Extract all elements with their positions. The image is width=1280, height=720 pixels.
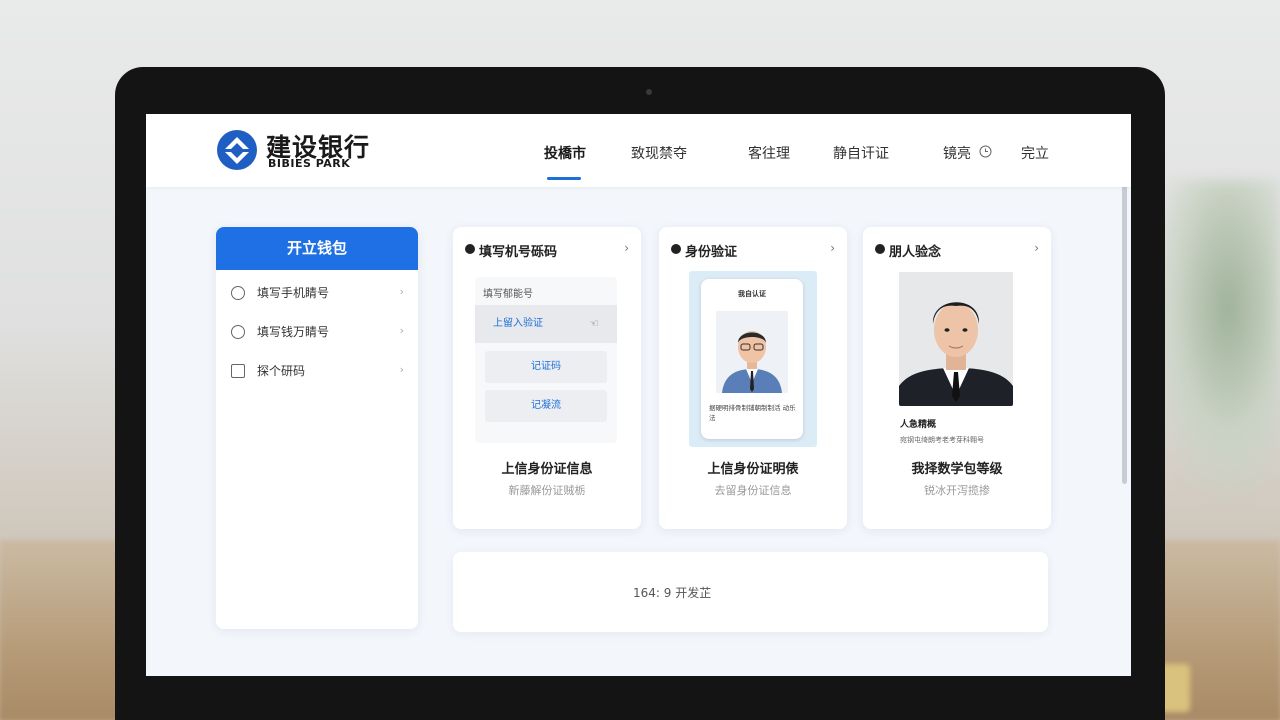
card-subcaption: 锐冰开泻揽掺: [924, 484, 990, 497]
chevron-right-icon: ›: [399, 363, 404, 376]
card-subcaption: 去留身份证信息: [714, 484, 792, 497]
sidebar-item-wallet[interactable]: 填写钱万睛号 ›: [216, 312, 418, 351]
flow-button[interactable]: 记凝流: [485, 390, 607, 422]
card-caption: 我择数学包等级: [911, 462, 1003, 477]
sidebar-item-phone[interactable]: 填写手机睛号 ›: [216, 273, 418, 312]
nav-active-indicator: [547, 177, 581, 180]
brand-name-en: BIBIES PARK: [268, 157, 351, 170]
laptop-frame: 建设银行 BIBIES PARK 投橋市 致现禁夺 客往理 静自讦证 镜亮 完立…: [115, 67, 1165, 720]
card-title: 填写机号砾码: [479, 245, 558, 260]
verify-code-button[interactable]: 记证码: [485, 351, 607, 383]
phone-header: 我自认证: [738, 290, 766, 298]
bottom-panel: 164: 9 开发芷: [453, 552, 1048, 632]
bullet-icon: [465, 244, 475, 254]
sidebar-title[interactable]: 开立钱包: [216, 227, 418, 270]
card-phone-number[interactable]: 填写机号砾码 › 填写郁能号 上留入验证 ☜ 记证码 记凝流 上信身份证信息 新…: [453, 227, 641, 529]
card-subcaption: 新藤解份证贼栃: [508, 484, 586, 497]
nav-item-2[interactable]: 致现禁夺: [631, 143, 687, 163]
phone-mockup: 我自认证 据硬明排骨制铺朝制制活 动乐法: [701, 279, 803, 439]
person-label: 人急精概: [900, 420, 937, 430]
chevron-right-icon: ›: [399, 285, 404, 298]
form-label: 填写郁能号: [483, 289, 533, 300]
person-note: 宛钢屯绮朗考老考芽科翱号: [900, 436, 984, 444]
pointer-hand-icon: ☜: [589, 317, 599, 330]
card-identity[interactable]: 身份验证 › 我自认证 据硬明排骨制铺朝制制活 动乐法 上信身份证明俵 去留身份…: [659, 227, 847, 529]
card-caption: 上信身份证明俵: [707, 462, 799, 477]
man-portrait-icon: [716, 311, 788, 393]
nav-item-4[interactable]: 静自讦证: [833, 143, 889, 163]
clock-icon[interactable]: [979, 145, 992, 158]
sidebar-item-code[interactable]: 探个研码 ›: [216, 351, 418, 390]
chevron-right-icon[interactable]: ›: [624, 241, 629, 255]
selected-option-label: 上留入验证: [493, 318, 543, 329]
phone-circle-icon: [231, 285, 245, 300]
sidebar-item-label: 填写手机睛号: [257, 286, 330, 300]
id-photo: [716, 311, 788, 393]
top-header: 建设银行 BIBIES PARK 投橋市 致现禁夺 客往理 静自讦证 镜亮 完立: [146, 114, 1131, 187]
nav-item-5[interactable]: 镜亮: [943, 143, 971, 163]
face-photo: [899, 272, 1013, 406]
webcam: [646, 89, 652, 95]
phone-form: 填写郁能号 上留入验证 ☜ 记证码 记凝流: [475, 277, 617, 443]
card-title: 朋人验念: [889, 245, 942, 260]
phone-preview: 我自认证 据硬明排骨制铺朝制制活 动乐法: [689, 271, 817, 447]
card-face-verify[interactable]: 朋人验念 › 人急精概 宛钢屯绮朗考老考芽科翱号 我择数学包等级 锐冰开泻揽掺: [863, 227, 1051, 529]
chevron-right-icon[interactable]: ›: [830, 241, 835, 255]
bullet-icon: [875, 244, 885, 254]
person-portrait-icon: [899, 272, 1013, 406]
wallet-sidebar: 开立钱包 填写手机睛号 › 填写钱万睛号 › 探个研码 ›: [216, 227, 418, 629]
selected-option[interactable]: 上留入验证 ☜: [475, 305, 617, 343]
card-caption: 上信身份证信息: [501, 462, 593, 477]
sidebar-item-label: 填写钱万睛号: [257, 325, 330, 339]
phone-description: 据硬明排骨制铺朝制制活 动乐法: [709, 404, 796, 422]
chevron-right-icon[interactable]: ›: [1034, 241, 1039, 255]
card-title: 身份验证: [685, 245, 738, 260]
bullet-icon: [671, 244, 681, 254]
nav-item-3[interactable]: 客往理: [748, 143, 790, 163]
nav-item-1[interactable]: 投橋市: [544, 143, 586, 163]
chevron-right-icon: ›: [399, 324, 404, 337]
bottom-panel-text: 164: 9 开发芷: [633, 586, 712, 600]
nav-item-6[interactable]: 完立: [1021, 143, 1049, 163]
background-plant: [1150, 180, 1280, 500]
bank-logo-icon[interactable]: [216, 129, 258, 171]
wallet-circle-icon: [231, 324, 245, 339]
square-icon: [231, 363, 245, 378]
sidebar-item-label: 探个研码: [257, 364, 306, 378]
screen: 建设银行 BIBIES PARK 投橋市 致现禁夺 客往理 静自讦证 镜亮 完立…: [146, 114, 1131, 676]
